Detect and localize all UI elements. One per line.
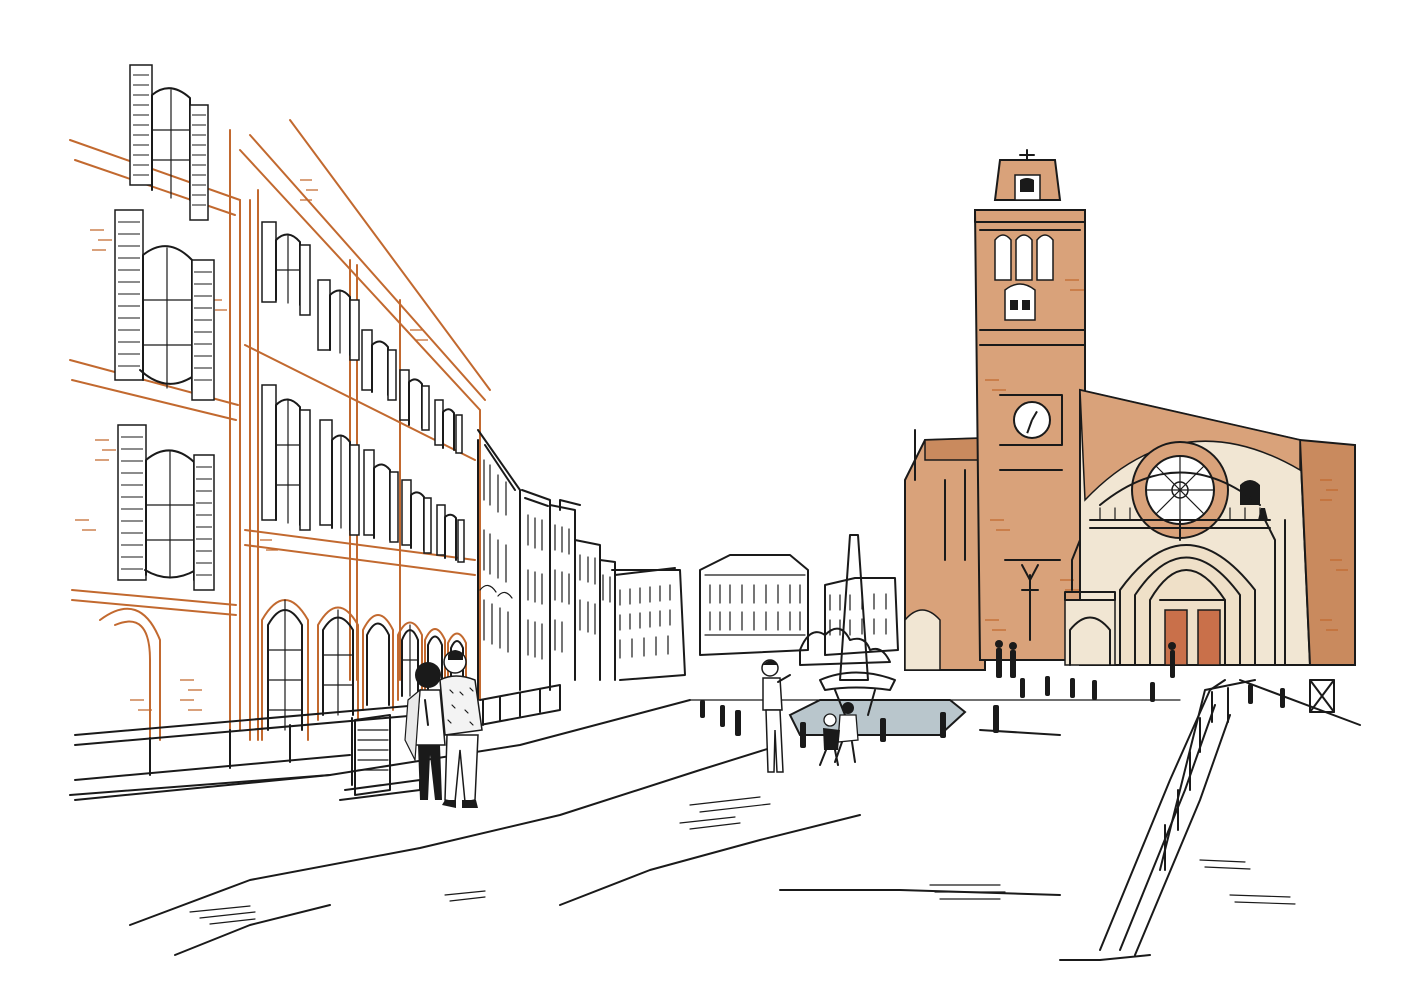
person-photographing: [761, 659, 791, 773]
street-ground: [69, 679, 1361, 961]
window-lower: [117, 424, 215, 591]
cathedral: [904, 149, 1356, 671]
couple-walking: [404, 650, 483, 808]
right-ramp-railing: [1099, 679, 1335, 956]
window-middle: [114, 209, 215, 401]
left-building-near: [69, 64, 241, 741]
bollards: [700, 676, 1285, 748]
windows-upper-row: [261, 221, 463, 454]
left-building-second: [239, 119, 491, 741]
center-background-buildings: [699, 554, 899, 666]
town-square-illustration: [69, 64, 1361, 961]
left-buildings-far: [477, 429, 686, 701]
window-top: [129, 64, 209, 221]
